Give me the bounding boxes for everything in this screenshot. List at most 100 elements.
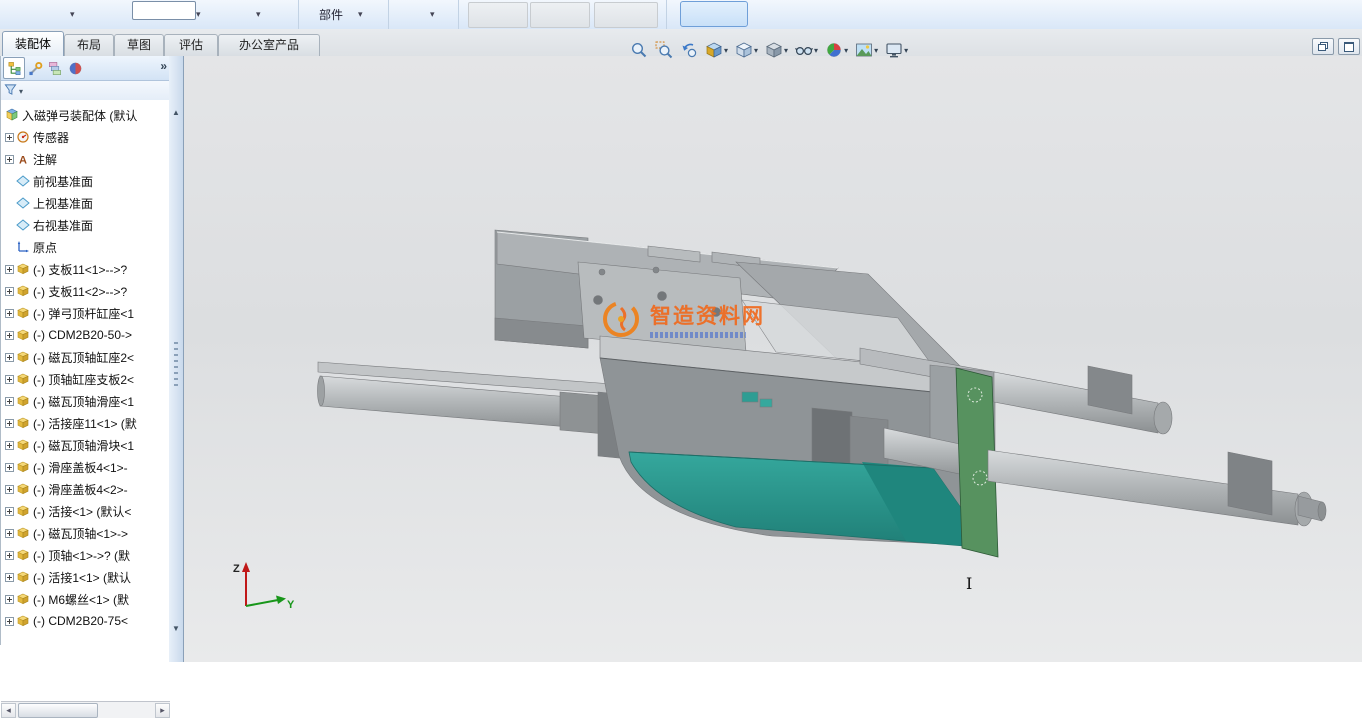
view-orientation-button[interactable]: ▾ <box>733 39 760 61</box>
expand-icon[interactable] <box>4 265 15 274</box>
tab-assembly[interactable]: 装配体 <box>2 31 64 56</box>
dropdown-caret-icon[interactable]: ▾ <box>70 9 75 20</box>
tree-scroll-down-icon[interactable]: ▼ <box>172 624 180 633</box>
edit-appearance-button[interactable]: ▾ <box>823 39 850 61</box>
tree-item[interactable]: 右视基准面 <box>1 214 169 236</box>
expand-icon[interactable] <box>4 441 15 450</box>
feature-manager-tab[interactable] <box>3 57 25 79</box>
restore-window-button[interactable] <box>1312 38 1334 55</box>
component-button-label[interactable]: 部件 <box>308 6 354 23</box>
tree-item[interactable]: (-) 支板11<1>-->? <box>1 258 169 280</box>
scrollbar-thumb[interactable] <box>18 703 98 718</box>
maximize-icon <box>1344 42 1354 52</box>
model-right-cylinders[interactable] <box>988 366 1326 526</box>
dropdown-caret-icon[interactable]: ▾ <box>430 9 435 20</box>
expand-icon[interactable] <box>4 287 15 296</box>
tree-item[interactable]: (-) 弹弓顶杆缸座<1 <box>1 302 169 324</box>
expand-icon[interactable] <box>4 573 15 582</box>
expand-icon[interactable] <box>4 485 15 494</box>
ribbon-button-disabled <box>594 2 658 28</box>
tree-item[interactable]: (-) CDM2B20-50-> <box>1 324 169 346</box>
part-icon <box>15 482 31 496</box>
tree-item[interactable]: 上视基准面 <box>1 192 169 214</box>
tree-root-item[interactable]: 入磁弹弓装配体 (默认 <box>1 104 169 126</box>
dropdown-caret-icon[interactable]: ▾ <box>784 46 788 55</box>
expand-icon[interactable] <box>4 419 15 428</box>
tree-item[interactable]: 前视基准面 <box>1 170 169 192</box>
graphics-viewport[interactable]: 智造资料网 Z Y I <box>184 56 1362 662</box>
tree-item[interactable]: (-) 顶轴<1>->? (默 <box>1 544 169 566</box>
property-manager-tab[interactable] <box>25 58 45 78</box>
cad-model[interactable] <box>184 56 1362 662</box>
expand-icon[interactable] <box>4 375 15 384</box>
scroll-left-icon[interactable]: ◂ <box>1 703 16 718</box>
expand-icon[interactable] <box>4 353 15 362</box>
hide-show-items-button[interactable]: ▾ <box>793 39 820 61</box>
filter-caret-icon[interactable]: ▾ <box>19 87 23 96</box>
previous-view-button[interactable] <box>678 39 700 61</box>
tab-sketch[interactable]: 草图 <box>114 34 164 56</box>
tab-evaluate[interactable]: 评估 <box>164 34 218 56</box>
tree-item[interactable]: (-) 磁瓦顶轴滑座<1 <box>1 390 169 412</box>
tree-item-label: (-) 磁瓦顶轴<1>-> <box>33 525 128 542</box>
splitter-grip[interactable] <box>174 342 178 386</box>
expand-icon[interactable] <box>4 397 15 406</box>
tree-scroll-up-icon[interactable]: ▲ <box>172 108 180 117</box>
dropdown-caret-icon[interactable]: ▾ <box>874 46 878 55</box>
expand-icon[interactable] <box>4 529 15 538</box>
expand-icon[interactable] <box>4 331 15 340</box>
display-manager-tab[interactable] <box>65 58 85 78</box>
zoom-fit-icon <box>630 41 648 59</box>
maximize-window-button[interactable] <box>1338 38 1360 55</box>
expand-icon[interactable] <box>4 595 15 604</box>
dropdown-caret-icon[interactable]: ▾ <box>724 46 728 55</box>
dropdown-caret-icon[interactable]: ▾ <box>256 9 261 20</box>
dropdown-caret-icon[interactable]: ▾ <box>844 46 848 55</box>
dropdown-caret-icon[interactable]: ▾ <box>358 9 363 20</box>
tree-item[interactable]: (-) 滑座盖板4<2>- <box>1 478 169 500</box>
configuration-manager-tab[interactable] <box>45 58 65 78</box>
dropdown-caret-icon[interactable]: ▾ <box>196 9 201 20</box>
zoom-fit-button[interactable] <box>628 39 650 61</box>
tab-office-products[interactable]: 办公室产品 <box>218 34 320 56</box>
expand-icon[interactable] <box>4 551 15 560</box>
scroll-right-icon[interactable]: ▸ <box>155 703 170 718</box>
tree-horizontal-scrollbar[interactable]: ◂ ▸ <box>1 701 170 718</box>
tree-item[interactable]: A注解 <box>1 148 169 170</box>
ribbon-combobox[interactable] <box>132 1 196 20</box>
dropdown-caret-icon[interactable]: ▾ <box>814 46 818 55</box>
zoom-area-button[interactable] <box>653 39 675 61</box>
tree-item[interactable]: (-) 支板11<2>-->? <box>1 280 169 302</box>
filter-icon[interactable] <box>4 83 17 99</box>
expand-icon[interactable] <box>4 617 15 626</box>
section-view-button[interactable]: ▾ <box>703 39 730 61</box>
tree-item[interactable]: (-) CDM2B20-75< <box>1 610 169 629</box>
expand-icon[interactable] <box>4 507 15 516</box>
tree-item[interactable]: 传感器 <box>1 126 169 148</box>
expand-icon[interactable] <box>4 133 15 142</box>
apply-scene-button[interactable]: ▾ <box>853 39 880 61</box>
expand-icon[interactable] <box>4 155 15 164</box>
tree-item[interactable]: (-) 磁瓦顶轴滑块<1 <box>1 434 169 456</box>
tree-item[interactable]: (-) M6螺丝<1> (默 <box>1 588 169 610</box>
dropdown-caret-icon[interactable]: ▾ <box>904 46 908 55</box>
view-settings-button[interactable]: ▾ <box>883 39 910 61</box>
expand-icon[interactable] <box>4 463 15 472</box>
expand-icon[interactable] <box>4 309 15 318</box>
tree-item[interactable]: (-) 磁瓦顶轴缸座2< <box>1 346 169 368</box>
tab-layout[interactable]: 布局 <box>64 34 114 56</box>
tree-item[interactable]: (-) 磁瓦顶轴<1>-> <box>1 522 169 544</box>
dropdown-caret-icon[interactable]: ▾ <box>754 46 758 55</box>
watermark-subtext <box>650 332 746 338</box>
ribbon-button-selected[interactable] <box>680 1 748 27</box>
tree-item[interactable]: (-) 顶轴缸座支板2< <box>1 368 169 390</box>
origin-icon <box>15 240 31 254</box>
tree-item[interactable]: (-) 活接座11<1> (默 <box>1 412 169 434</box>
display-style-button[interactable]: ▾ <box>763 39 790 61</box>
tree-item[interactable]: (-) 活接1<1> (默认 <box>1 566 169 588</box>
tree-item[interactable]: (-) 活接<1> (默认< <box>1 500 169 522</box>
panel-splitter[interactable]: ▲ ▼ <box>169 56 184 662</box>
panel-collapse-button[interactable]: » <box>160 59 167 73</box>
tree-item[interactable]: 原点 <box>1 236 169 258</box>
tree-item[interactable]: (-) 滑座盖板4<1>- <box>1 456 169 478</box>
